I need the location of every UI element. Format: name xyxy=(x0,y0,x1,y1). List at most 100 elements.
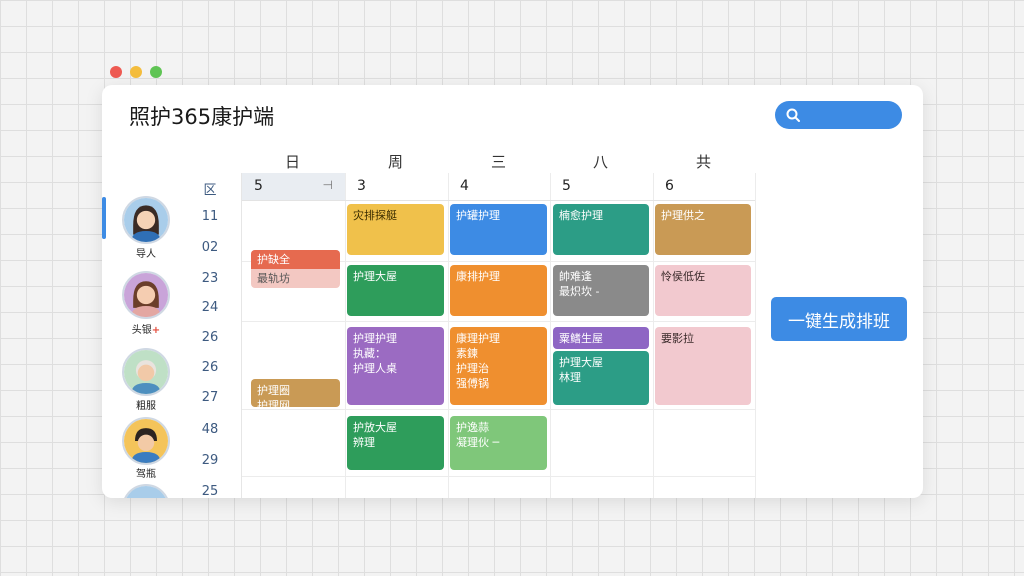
time-label: 11 xyxy=(201,209,219,224)
event-label: 执藏： xyxy=(353,347,386,360)
time-label: 26 xyxy=(201,360,219,375)
shift-event[interactable]: 帥难逢 最炽坎 - xyxy=(553,265,649,316)
app-title: 照护365康护端 xyxy=(129,105,275,129)
female-avatar-icon xyxy=(124,273,168,317)
avatar-icon xyxy=(124,486,168,498)
event-label: 护理网 xyxy=(257,399,290,407)
avatar[interactable] xyxy=(122,271,170,319)
shift-event[interactable]: 护罐护理 xyxy=(450,204,547,255)
event-label: 帥难逢 xyxy=(559,270,592,283)
day-header: 八 xyxy=(592,153,608,171)
grid-line xyxy=(242,409,755,410)
shift-event[interactable]: 护理供之 xyxy=(655,204,751,255)
date-number: 3 xyxy=(357,178,366,194)
shift-event[interactable]: 粟鳍生屋 xyxy=(553,327,649,349)
time-label: 29 xyxy=(201,453,219,468)
shift-event[interactable]: 怜侯低佐 xyxy=(655,265,751,316)
event-label: 护理大屋 xyxy=(559,356,603,369)
event-label: 护放大屋 xyxy=(353,421,397,434)
shift-event[interactable]: 康排护理 xyxy=(450,265,547,316)
avatar[interactable] xyxy=(122,348,170,396)
shift-event[interactable]: 康理护理 素鍊 护理治 强傅锅 xyxy=(450,327,547,405)
male-avatar-icon xyxy=(124,419,168,463)
date-cell[interactable]: 5 ⊣ xyxy=(242,173,345,201)
event-label: 强傅锅 xyxy=(456,377,489,390)
staff-name: 粗服 xyxy=(136,401,156,412)
time-label: 26 xyxy=(201,330,219,345)
event-label: 素鍊 xyxy=(456,347,478,360)
date-number: 6 xyxy=(665,178,674,194)
window-controls xyxy=(110,66,162,78)
day-header: 周 xyxy=(387,153,403,171)
event-label: 辨理 xyxy=(353,436,375,449)
event-label: 康排护理 xyxy=(456,270,500,283)
avatar[interactable] xyxy=(122,484,170,498)
event-label: 最轨坊 xyxy=(257,272,290,285)
time-header: 区 xyxy=(203,183,217,198)
staff-name: 导人 xyxy=(136,249,156,260)
time-label: 24 xyxy=(201,300,219,315)
grid-line xyxy=(242,476,755,477)
time-label: 27 xyxy=(201,390,219,405)
day-header: 三 xyxy=(490,153,506,171)
event-label: 护逸蒜 xyxy=(456,421,489,434)
female-avatar-icon xyxy=(124,198,168,242)
staff-name: 驾瓶 xyxy=(136,469,156,480)
shift-event[interactable]: 楠愈护理 xyxy=(553,204,649,255)
shift-event[interactable]: 要影拉 xyxy=(655,327,751,405)
event-label: 灾排探艇 xyxy=(353,209,397,222)
grid-line xyxy=(653,173,654,498)
shift-event[interactable]: 灾排探艇 xyxy=(347,204,444,255)
date-cell[interactable]: 3 xyxy=(345,173,448,201)
date-number: 4 xyxy=(460,178,469,194)
event-label: 护理护理 xyxy=(353,332,397,345)
grid-line xyxy=(755,173,756,498)
shift-event[interactable]: 护理圈 护理网 xyxy=(251,379,340,407)
event-label: 护理大屋 xyxy=(353,270,397,283)
collapse-arrow-icon[interactable]: ⊣ xyxy=(323,178,333,192)
grid-line xyxy=(242,321,755,322)
day-header: 共 xyxy=(695,153,711,171)
avatar[interactable] xyxy=(122,196,170,244)
grid-line xyxy=(550,173,551,498)
elderly-avatar-icon xyxy=(124,350,168,394)
shift-event[interactable]: 护理大屋 xyxy=(347,265,444,316)
auto-schedule-button[interactable]: 一键生成排班 xyxy=(771,297,907,341)
minimize-window-button[interactable] xyxy=(130,66,142,78)
event-label: 怜侯低佐 xyxy=(661,270,705,283)
date-cell[interactable]: 5 xyxy=(550,173,653,201)
time-label: 23 xyxy=(201,271,219,286)
event-label: 护理供之 xyxy=(661,209,705,222)
date-cell[interactable]: 4 xyxy=(448,173,550,201)
time-label: 25 xyxy=(201,484,219,498)
event-label: 护理人桌 xyxy=(353,362,397,375)
event-label: 康理护理 xyxy=(456,332,500,345)
day-header: 日 xyxy=(284,153,300,171)
sidebar-active-indicator xyxy=(102,197,106,239)
event-label: 要影拉 xyxy=(661,332,694,345)
shift-event[interactable]: 护理大屋 林理 xyxy=(553,351,649,405)
date-cell[interactable]: 6 xyxy=(653,173,755,201)
maximize-window-button[interactable] xyxy=(150,66,162,78)
event-label: 护缺全 xyxy=(251,250,340,269)
time-label: 02 xyxy=(201,240,219,255)
grid-line xyxy=(345,173,346,498)
event-label: 最炽坎 - xyxy=(559,285,600,298)
search-icon xyxy=(786,108,800,122)
shift-event[interactable]: 护理护理 执藏： 护理人桌 xyxy=(347,327,444,405)
avatar[interactable] xyxy=(122,417,170,465)
shift-event[interactable]: 护逸蒜 凝理伙 ─ xyxy=(450,416,547,470)
event-label: 楠愈护理 xyxy=(559,209,603,222)
shift-event[interactable]: 护缺全 最轨坊 xyxy=(251,250,340,288)
date-number: 5 xyxy=(254,178,263,194)
event-label: 凝理伙 ─ xyxy=(456,436,500,449)
event-label: 护罐护理 xyxy=(456,209,500,222)
app-window: 照护365康护端 日 周 三 八 共 导人 头银+ 粗服 驾瓶 区 11 02 … xyxy=(102,85,923,498)
event-label: 护理圈 xyxy=(257,384,290,397)
close-window-button[interactable] xyxy=(110,66,122,78)
search-bar[interactable] xyxy=(775,101,902,129)
shift-event[interactable]: 护放大屋 辨理 xyxy=(347,416,444,470)
staff-name: 头银+ xyxy=(131,325,161,336)
grid-line xyxy=(448,173,449,498)
event-label: 粟鳍生屋 xyxy=(559,332,603,345)
